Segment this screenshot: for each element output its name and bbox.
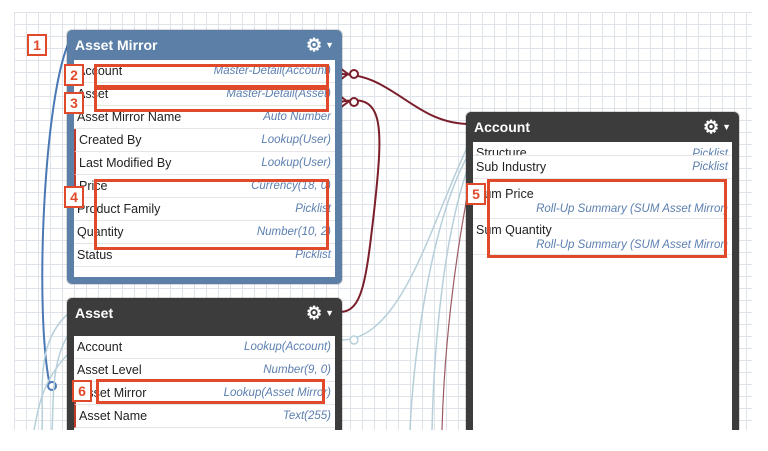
chevron-down-icon: ▼: [325, 40, 334, 50]
field-type: Lookup(User): [261, 134, 331, 146]
field-name: Status: [77, 248, 113, 262]
callout-number-6: 6: [72, 380, 92, 402]
field-row[interactable]: Asset Name Text(255): [74, 405, 335, 428]
field-row[interactable]: Asset Level Number(9, 0): [74, 359, 335, 382]
callout-number-2: 2: [64, 64, 84, 86]
field-row[interactable]: Product Family Picklist: [74, 198, 335, 221]
field-list: Account Lookup(Account) Asset Level Number…: [74, 336, 335, 430]
field-type: Auto Number: [263, 111, 331, 123]
field-row[interactable]: Sum Quantity Roll-Up Summary (SUM Asset M…: [473, 219, 732, 255]
field-name: Sum Quantity: [476, 222, 552, 237]
field-type: Lookup(User): [261, 157, 331, 169]
field-name: Asset Level: [77, 363, 142, 377]
gear-icon[interactable]: ⚙: [306, 304, 322, 322]
relationship-endpoint: [349, 335, 359, 345]
field-row[interactable]: Last Modified By Lookup(User): [74, 152, 335, 175]
field-type: Picklist: [295, 203, 331, 215]
field-name: Asset Mirror Name: [77, 110, 182, 124]
object-header: Asset Mirror ⚙ ▼: [67, 30, 342, 60]
schema-canvas[interactable]: Asset Mirror ⚙ ▼ Account Master-Detail(Ac…: [14, 12, 752, 430]
callout-number-3: 3: [64, 92, 84, 114]
callout-number-4: 4: [64, 186, 84, 208]
field-type: Roll-Up Summary (SUM Asset Mirror): [536, 238, 728, 251]
object-title: Asset Mirror: [75, 37, 158, 53]
field-name: Last Modified By: [79, 156, 172, 170]
field-row[interactable]: Account Master-Detail(Account): [74, 60, 335, 83]
object-menu[interactable]: ⚙ ▼: [703, 118, 731, 136]
field-type: Picklist: [692, 161, 728, 173]
gear-icon[interactable]: ⚙: [703, 118, 719, 136]
field-type: Picklist: [295, 249, 331, 261]
object-header: Account ⚙ ▼: [466, 112, 739, 142]
field-type: Master-Detail(Asset): [226, 88, 331, 100]
lookup-line: [431, 161, 471, 430]
field-row[interactable]: Structure Picklist: [473, 142, 732, 156]
field-name: Asset Name: [79, 409, 148, 423]
field-type: Text(255): [282, 410, 331, 422]
field-name: Sub Industry: [476, 160, 547, 174]
field-row[interactable]: Asset Mirror Lookup(Asset Mirror): [74, 382, 335, 405]
lookup-line: [409, 151, 471, 430]
field-name: Created By: [79, 133, 142, 147]
field-row[interactable]: Sum Price Roll-Up Summary (SUM Asset Mirr…: [473, 183, 732, 219]
field-name: Account: [77, 340, 123, 354]
field-type: Picklist: [692, 148, 728, 156]
field-name: Product Family: [77, 202, 161, 216]
field-row[interactable]: Quantity Number(10, 2): [74, 221, 335, 244]
callout-number-5: 5: [466, 183, 486, 205]
field-row[interactable]: Price Currency(18, 0): [74, 175, 335, 198]
field-row[interactable]: Asset Mirror Name Auto Number: [74, 106, 335, 129]
field-type: Roll-Up Summary (SUM Asset Mirror): [536, 202, 728, 215]
master-detail-line-asset: [339, 99, 381, 313]
field-row[interactable]: Asset Master-Detail(Asset): [74, 83, 335, 106]
field-row[interactable]: Created By Lookup(User): [74, 129, 335, 152]
field-type: Number(9, 0): [263, 364, 331, 376]
field-row[interactable]: Account Lookup(Account): [74, 336, 335, 359]
field-type: Currency(18, 0): [251, 180, 331, 192]
field-type: Lookup(Account): [244, 341, 331, 353]
gear-icon[interactable]: ⚙: [306, 36, 322, 54]
field-type: Lookup(Asset Mirror): [223, 387, 331, 399]
field-list: Structure Picklist Sub Industry Picklist S…: [473, 142, 732, 430]
field-name: Structure: [476, 146, 527, 156]
object-card-asset-mirror[interactable]: Asset Mirror ⚙ ▼ Account Master-Detail(Ac…: [67, 30, 342, 284]
field-name: Quantity: [77, 225, 124, 239]
object-card-asset[interactable]: Asset ⚙ ▼ Account Lookup(Account) Asset L…: [67, 298, 342, 430]
object-menu[interactable]: ⚙ ▼: [306, 304, 334, 322]
callout-number-1: 1: [27, 34, 47, 56]
master-detail-line-account: [339, 73, 471, 125]
field-type: Number(10, 2): [256, 226, 331, 238]
relationship-endpoint: [349, 97, 359, 107]
object-header: Asset ⚙ ▼: [67, 298, 342, 328]
field-row[interactable]: Status Picklist: [74, 244, 335, 267]
relationship-endpoint: [349, 69, 359, 79]
object-title: Account: [474, 119, 530, 135]
object-menu[interactable]: ⚙ ▼: [306, 36, 334, 54]
object-title: Asset: [75, 305, 114, 321]
object-card-account[interactable]: Account ⚙ ▼ Structure Picklist Sub Indust…: [466, 112, 739, 430]
field-type: Master-Detail(Account): [213, 65, 331, 77]
chevron-down-icon: ▼: [325, 308, 334, 318]
field-name: Sum Price: [476, 186, 534, 201]
field-list: Account Master-Detail(Account) Asset Maste…: [74, 60, 335, 277]
field-row[interactable]: Sub Industry Picklist: [473, 156, 732, 179]
chevron-down-icon: ▼: [722, 122, 731, 132]
